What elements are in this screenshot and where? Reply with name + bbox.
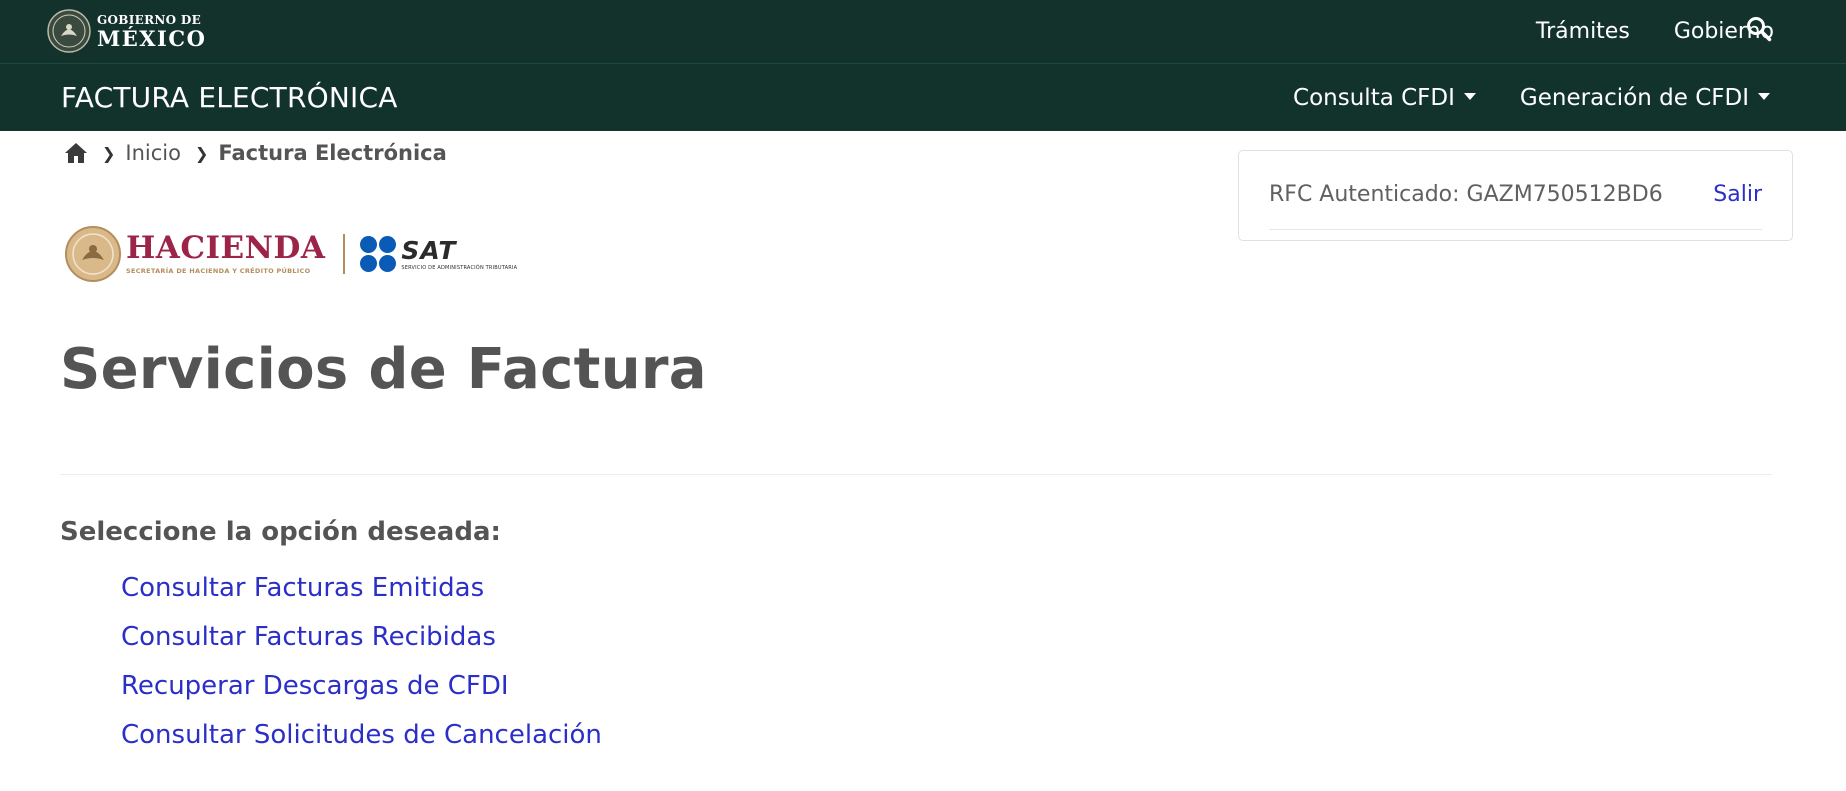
link-consultar-facturas-recibidas[interactable]: Consultar Facturas Recibidas (121, 622, 496, 652)
auth-card: RFC Autenticado: GAZM750512BD6 Salir (1238, 150, 1793, 241)
list-item: Consultar Solicitudes de Cancelación (121, 720, 602, 769)
site-title[interactable]: FACTURA ELECTRÓNICA (61, 81, 398, 114)
caret-down-icon (1463, 92, 1476, 100)
site-nav: Consulta CFDI Generación de CFDI (1249, 64, 1770, 132)
gobierno-de-mexico-logo[interactable]: GOBIERNO DE MÉXICO (47, 9, 206, 53)
breadcrumb: ❯ Inicio ❯ Factura Electrónica (64, 141, 447, 165)
link-consultar-facturas-emitidas[interactable]: Consultar Facturas Emitidas (121, 573, 484, 603)
gobierno-logo-line2: MÉXICO (97, 25, 207, 51)
link-consultar-solicitudes-cancelacion[interactable]: Consultar Solicitudes de Cancelación (121, 720, 602, 750)
list-item: Recuperar Descargas de CFDI (121, 671, 602, 720)
search-button[interactable] (1742, 12, 1776, 46)
link-recuperar-descargas-cfdi[interactable]: Recuperar Descargas de CFDI (121, 671, 509, 701)
gobierno-logo-line1: GOBIERNO DE (97, 12, 202, 27)
top-nav: Trámites Gobierno (1492, 0, 1774, 63)
sat-logo-icon (360, 236, 397, 272)
caret-down-icon (1758, 92, 1770, 100)
select-option-label: Seleccione la opción deseada: (60, 517, 501, 547)
rfc-authenticated-label: RFC Autenticado: GAZM750512BD6 (1269, 182, 1663, 207)
menu-generacion-cfdi-label: Generación de CFDI (1519, 85, 1749, 111)
institution-logos: HACIENDA SECRETARÍA DE HACIENDA Y CRÉDIT… (65, 226, 517, 282)
home-icon[interactable] (64, 141, 88, 165)
nav-tramites[interactable]: Trámites (1536, 19, 1630, 44)
hacienda-logo-text: HACIENDA SECRETARÍA DE HACIENDA Y CRÉDIT… (126, 230, 326, 276)
hacienda-seal-icon (65, 226, 121, 282)
card-divider (1269, 229, 1762, 230)
sat-subtitle: SERVICIO DE ADMINISTRACIÓN TRIBUTARIA (401, 264, 518, 271)
menu-generacion-cfdi[interactable]: Generación de CFDI (1520, 85, 1770, 111)
chevron-right-icon: ❯ (102, 143, 116, 163)
list-item: Consultar Facturas Recibidas (121, 622, 602, 671)
list-item: Consultar Facturas Emitidas (121, 573, 602, 622)
sat-name: SAT (401, 235, 457, 265)
page-title: Servicios de Factura (60, 337, 707, 402)
government-top-bar: GOBIERNO DE MÉXICO Trámites Gobierno (0, 0, 1846, 63)
service-options-list: Consultar Facturas Emitidas Consultar Fa… (121, 573, 602, 769)
breadcrumb-inicio[interactable]: Inicio (125, 141, 181, 165)
logout-link[interactable]: Salir (1713, 182, 1762, 207)
menu-consulta-cfdi[interactable]: Consulta CFDI (1293, 85, 1476, 111)
menu-consulta-cfdi-label: Consulta CFDI (1293, 85, 1455, 111)
site-header-bar: FACTURA ELECTRÓNICA Consulta CFDI Genera… (0, 63, 1846, 131)
hacienda-subtitle: SECRETARÍA DE HACIENDA Y CRÉDITO PÚBLICO (126, 267, 311, 275)
search-icon (1747, 17, 1772, 42)
section-divider (60, 474, 1772, 475)
gobierno-logo-text: GOBIERNO DE MÉXICO (97, 14, 206, 49)
sat-logo-text: SAT SERVICIO DE ADMINISTRACIÓN TRIBUTARI… (401, 238, 517, 271)
hacienda-name: HACIENDA (126, 230, 326, 266)
chevron-right-icon: ❯ (194, 143, 209, 163)
mexico-seal-icon (47, 9, 91, 53)
logo-divider (343, 234, 346, 274)
breadcrumb-current: Factura Electrónica (218, 141, 447, 165)
